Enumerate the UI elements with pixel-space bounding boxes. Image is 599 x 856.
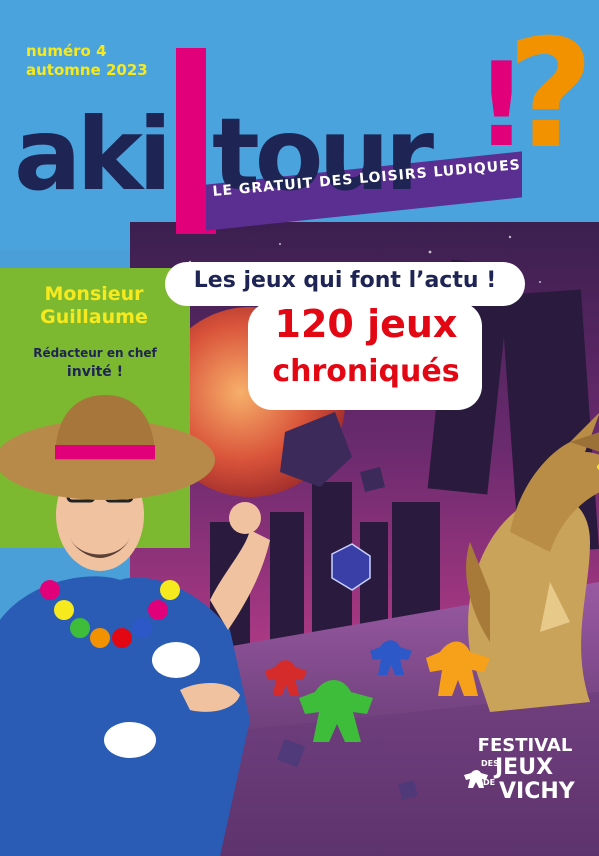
guest-editor-photo <box>0 395 270 856</box>
guest-role: Rédacteur en chef <box>33 346 157 360</box>
issue-info: numéro 4 automne 2023 <box>26 42 148 80</box>
guest-name-line1: Monsieur <box>44 283 144 305</box>
guest-name-line2: Guillaume <box>40 306 148 328</box>
headline-main: Les jeux qui font l’actu ! <box>193 268 497 293</box>
logo-question-mark: ? <box>507 8 595 182</box>
logo-word-aki: aki <box>14 96 172 213</box>
festival-meeple-icon <box>464 770 488 788</box>
headline-count: 120 jeux <box>274 302 458 346</box>
festival-word-festival: FESTIVAL <box>477 735 573 756</box>
guest-name: Monsieur Guillaume <box>14 283 174 329</box>
headline-reviewed: chroniqués <box>272 354 460 389</box>
blue-t-shirt <box>0 576 250 856</box>
issue-number: numéro 4 <box>26 42 107 60</box>
festival-word-jeux: JEUX <box>495 755 554 780</box>
festival-word-vichy: VICHY <box>499 779 575 804</box>
guest-invite: invité ! <box>66 364 124 380</box>
issue-season: automne 2023 <box>26 61 148 79</box>
magazine-cover: numéro 4 automne 2023 aki tour ! ? LE GR… <box>0 0 599 856</box>
